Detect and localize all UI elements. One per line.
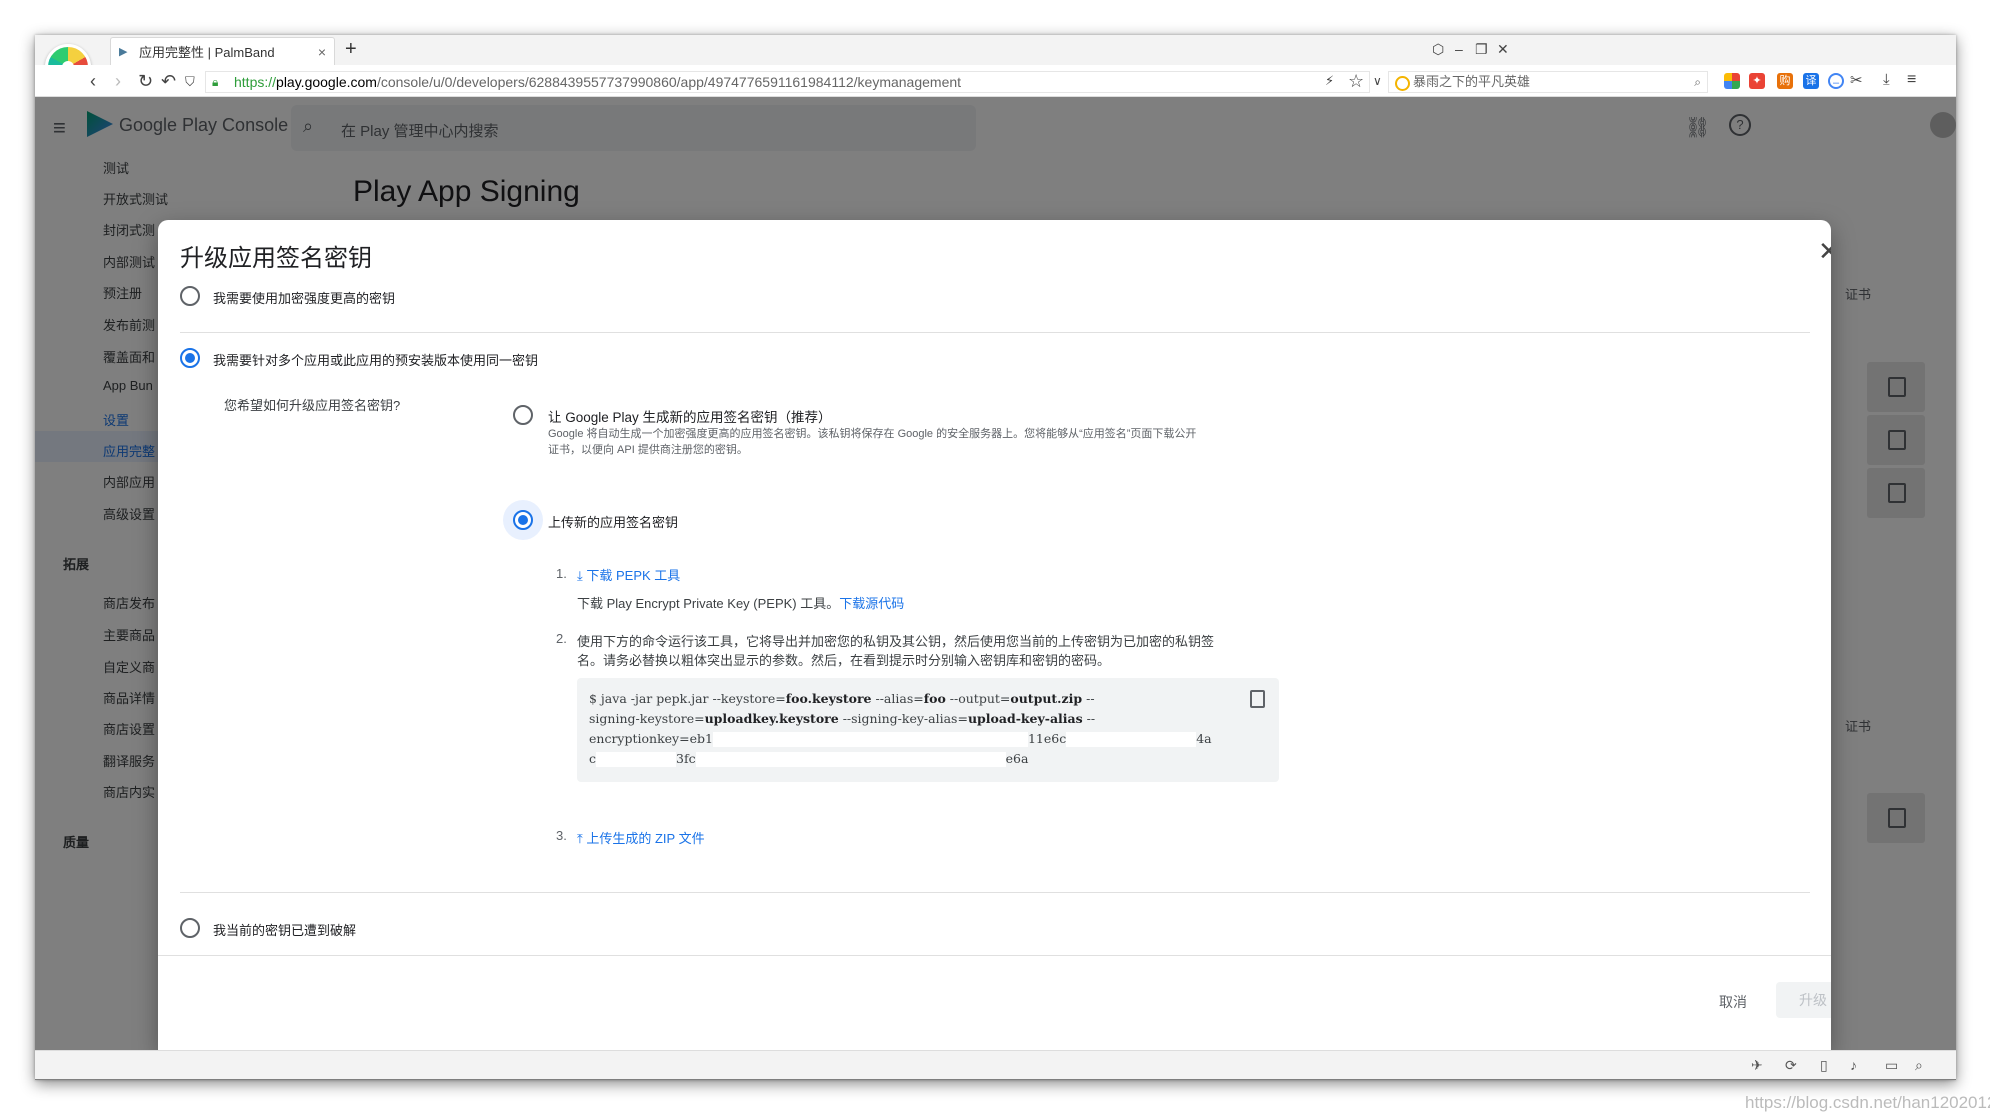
url-scheme: https:// — [234, 74, 277, 90]
download-icon[interactable]: ⤓ — [1883, 71, 1890, 88]
option-compromised-label: 我当前的密钥已遭到破解 — [213, 923, 357, 938]
download-pepk-label: 下载 PEPK 工具 — [586, 568, 681, 583]
menu-icon[interactable]: ≡ — [1907, 71, 1916, 89]
download-source-link[interactable]: 下载源代码 — [839, 596, 904, 611]
browser-status-bar: ✈ ⟳ ▯ ♪ ▭ ⌕ — [35, 1050, 1956, 1079]
pin-icon[interactable]: ✈ — [1751, 1057, 1763, 1074]
upload-icon: ⤒ — [577, 831, 583, 846]
maximize-icon[interactable]: ❐ — [1475, 41, 1488, 58]
radio-google-generate[interactable] — [513, 405, 533, 425]
zoom-icon[interactable]: ⌕ — [1915, 1057, 1923, 1074]
tab-title: 应用完整性 | PalmBand — [139, 45, 275, 60]
radio-stronger-key[interactable] — [180, 286, 200, 306]
step-2-text-1: 使用下方的命令运行该工具，它将导出并加密您的私钥及其公钥，然后使用您当前的上传密… — [577, 634, 1215, 649]
address-toolbar: ‹ › ↻ ↶ ⛉ 🔒︎ https://play.google.com/con… — [35, 65, 1956, 97]
game-icon[interactable]: ✦ — [1749, 73, 1765, 89]
download-pepk-link[interactable]: ⤓ 下载 PEPK 工具 — [577, 565, 680, 584]
window-close-icon[interactable]: ✕ — [1497, 41, 1509, 58]
shield-icon: ⛉ — [185, 74, 195, 89]
scissors-icon[interactable]: ✂ — [1850, 71, 1863, 89]
browser-window: ▶ 应用完整性 | PalmBand × + ⬡ – ❐ ✕ ‹ › ↻ ↶ ⛉… — [35, 35, 1956, 1080]
shopping-icon[interactable]: 购 — [1777, 73, 1793, 89]
lock-icon: 🔒︎ — [212, 75, 219, 89]
window-icon[interactable]: ▭ — [1885, 1057, 1898, 1074]
tab-bar: ▶ 应用完整性 | PalmBand × + ⬡ – ❐ ✕ — [35, 35, 1956, 65]
close-icon[interactable]: ✕ — [1818, 238, 1831, 264]
code-line-1: $ java -jar pepk.jar --keystore=foo.keys… — [589, 691, 1095, 706]
url-field[interactable]: 🔒︎ https://play.google.com/console/u/0/d… — [205, 71, 1370, 93]
back-icon[interactable]: ‹ — [90, 71, 96, 92]
copy-icon[interactable] — [1250, 690, 1265, 708]
step-2-text-2: 名。请务必替换以粗体突出显示的参数。然后，在看到提示时分别输入密钥库和密钥的密码… — [577, 653, 1111, 668]
redacted-key — [1066, 732, 1197, 747]
option-stronger-key-label: 我需要使用加密强度更高的密钥 — [213, 291, 396, 306]
question-label: 您希望如何升级应用签名密钥? — [224, 398, 401, 413]
browser-search-field[interactable]: 暴雨之下的平凡英雄 ⌕ — [1388, 71, 1708, 93]
option-same-key-label: 我需要针对多个应用或此应用的预安装版本使用同一密钥 — [213, 353, 539, 368]
redacted-key — [596, 752, 677, 767]
volume-icon[interactable]: ♪ — [1850, 1057, 1857, 1073]
dialog-title: 升级应用签名密钥 — [180, 245, 372, 272]
google-generate-title: 让 Google Play 生成新的应用签名密钥（推荐） — [548, 410, 832, 425]
step-1-desc: 下载 Play Encrypt Private Key (PEPK) 工具。下载… — [577, 593, 904, 612]
translate-icon[interactable]: 译 — [1803, 73, 1819, 89]
reload-icon[interactable]: ↻ — [138, 71, 153, 92]
browser-search-placeholder: 暴雨之下的平凡英雄 — [1413, 74, 1531, 89]
pepk-command-block[interactable]: $ java -jar pepk.jar --keystore=foo.keys… — [577, 678, 1279, 782]
forward-icon[interactable]: › — [115, 71, 121, 92]
block-icon[interactable]: – — [1828, 73, 1844, 89]
lightning-icon[interactable]: ⚡ — [1325, 73, 1334, 89]
play-console-favicon-icon: ▶ — [119, 45, 128, 58]
apps-grid-icon[interactable] — [1724, 73, 1740, 89]
footer-divider — [158, 955, 1831, 956]
cancel-button[interactable]: 取消 — [1719, 992, 1747, 1012]
radio-same-key[interactable] — [180, 348, 200, 368]
redacted-key — [712, 732, 1028, 747]
upload-new-title: 上传新的应用签名密钥 — [548, 515, 679, 530]
dropdown-chevron-icon[interactable]: ∨ — [1373, 74, 1382, 88]
divider — [180, 892, 1810, 893]
undo-icon[interactable]: ↶ — [161, 71, 176, 92]
upload-zip-link[interactable]: ⤒ 上传生成的 ZIP 文件 — [577, 828, 705, 847]
redacted-key — [695, 752, 1006, 767]
new-tab-button[interactable]: + — [345, 38, 357, 61]
step-2-number: 2. — [556, 631, 567, 646]
radio-upload-new[interactable] — [513, 510, 533, 530]
code-line-3: encryptionkey=eb1 11e6c 4a — [589, 731, 1212, 747]
browser-tab[interactable]: ▶ 应用完整性 | PalmBand × — [110, 37, 335, 65]
code-line-4: c 3fc e6a — [589, 751, 1029, 767]
radio-key-compromised[interactable] — [180, 918, 200, 938]
screenshot: ▶ 应用完整性 | PalmBand × + ⬡ – ❐ ✕ ‹ › ↻ ↶ ⛉… — [0, 0, 1990, 1118]
watermark: https://blog.csdn.net/han1202012 — [1745, 1093, 1990, 1112]
step-1-desc-text: 下载 Play Encrypt Private Key (PEPK) 工具。 — [577, 596, 840, 611]
upgrade-key-dialog: 升级应用签名密钥 ✕ 我需要使用加密强度更高的密钥 我需要针对多个应用或此应用的… — [158, 220, 1831, 1050]
tab-close-icon[interactable]: × — [318, 44, 326, 60]
trash-icon[interactable]: ▯ — [1820, 1057, 1828, 1074]
bookmark-star-icon[interactable]: ☆ — [1348, 71, 1364, 92]
accelerate-icon[interactable]: ⟳ — [1785, 1057, 1797, 1074]
divider — [180, 332, 1810, 333]
google-generate-desc-2: 证书，以便向 API 提供商注册您的密钥。 — [548, 444, 748, 456]
url-path: /console/u/0/developers/6288439557737990… — [376, 74, 962, 90]
search-icon[interactable]: ⌕ — [1694, 72, 1701, 92]
step-3-number: 3. — [556, 828, 567, 843]
step-1-number: 1. — [556, 566, 567, 581]
download-icon: ⤓ — [577, 568, 583, 583]
code-line-2: signing-keystore=uploadkey.keystore --si… — [589, 711, 1096, 726]
google-generate-desc-1: Google 将自动生成一个加密强度更高的应用签名密钥。该私钥将保存在 Goog… — [548, 428, 1197, 440]
minimize-icon[interactable]: – — [1455, 41, 1463, 57]
upload-zip-label: 上传生成的 ZIP 文件 — [586, 831, 705, 846]
skin-icon[interactable]: ⬡ — [1432, 41, 1444, 58]
url-host: play.google.com — [276, 74, 377, 90]
upgrade-button[interactable]: 升级 — [1776, 982, 1831, 1018]
